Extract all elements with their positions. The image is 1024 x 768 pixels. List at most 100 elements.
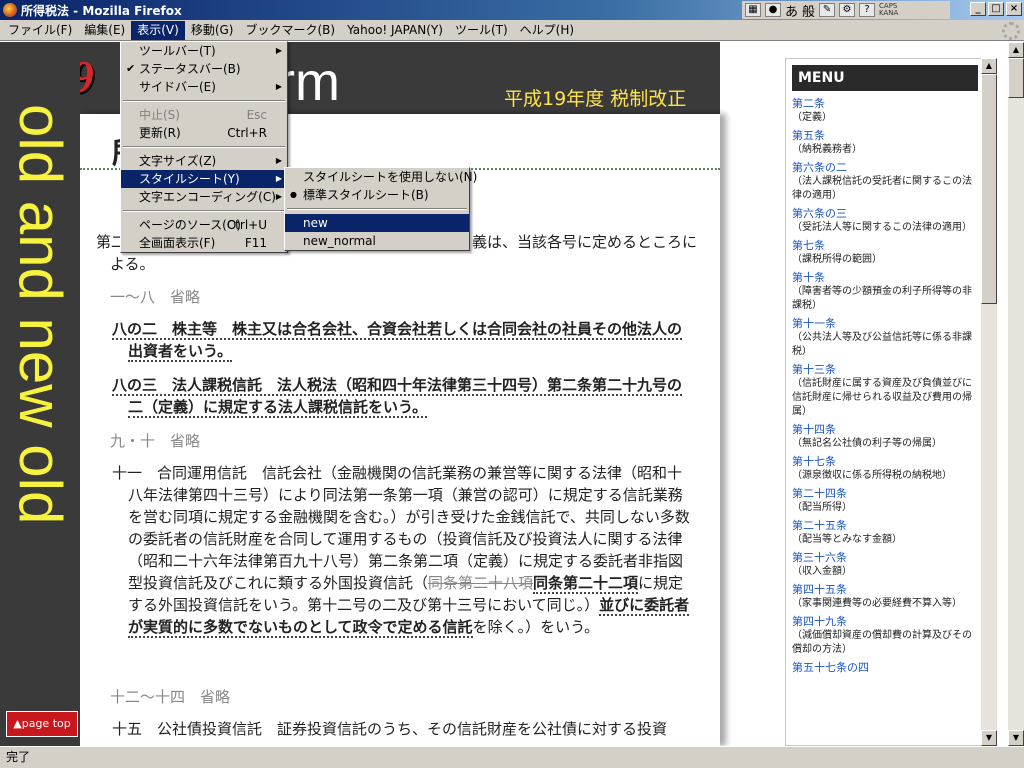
para-article-two-end: よる。	[110, 255, 155, 273]
shortcut-label: F11	[244, 236, 267, 250]
ime-grid-icon[interactable]: ▦	[745, 3, 761, 17]
view-menu-text-size[interactable]: 文字サイズ(Z) ▶	[121, 152, 287, 170]
sidebar-link[interactable]: 第十条	[792, 271, 976, 285]
ime-mode-general[interactable]: 般	[802, 1, 815, 20]
menu-tools[interactable]: ツール(T)	[449, 21, 514, 40]
page-scroll-down-icon[interactable]: ▼	[1008, 730, 1024, 746]
sidebar-entry: 第十七条 （源泉徴収に係る所得税の納税地）	[786, 455, 982, 483]
sidebar-link[interactable]: 第十七条	[792, 455, 976, 469]
ime-tool-icon[interactable]: ⚙	[839, 3, 856, 17]
menu-view[interactable]: 表示(V)	[131, 20, 185, 40]
stylesheet-new-normal[interactable]: new_normal	[285, 232, 469, 250]
sidebar-link[interactable]: 第四十五条	[792, 583, 976, 597]
sidebar-link-desc: （法人課税信託の受託者に関するこの法律の適用）	[792, 176, 972, 201]
stylesheet-default-label: 標準スタイルシート(B)	[303, 188, 429, 202]
stylesheet-new-label: new	[303, 216, 328, 230]
view-menu-fullscreen[interactable]: 全画面表示(F) F11	[121, 234, 287, 252]
view-menu-reload[interactable]: 更新(R) Ctrl+R	[121, 124, 287, 142]
view-menu-sidebar-label: サイドバー(E)	[139, 80, 216, 94]
view-menu-page-source[interactable]: ページのソース(O) Ctrl+U	[121, 216, 287, 234]
ime-pad-icon[interactable]: ✎	[819, 3, 836, 17]
sidebar-link[interactable]: 第二十五条	[792, 519, 976, 533]
sidebar-link[interactable]: 第四十九条	[792, 615, 976, 629]
sidebar-link[interactable]: 第二十四条	[792, 487, 976, 501]
ime-mode-hiragana[interactable]: あ	[785, 1, 798, 20]
sidebar-scroll-down-icon[interactable]: ▼	[981, 730, 997, 746]
sidebar-link[interactable]: 第七条	[792, 239, 976, 253]
sidebar-link[interactable]: 第五条	[792, 129, 976, 143]
sidebar-link[interactable]: 第十四条	[792, 423, 976, 437]
menu-bookmarks[interactable]: ブックマーク(B)	[239, 21, 341, 40]
sidebar-link[interactable]: 第十一条	[792, 317, 976, 331]
page-scroll-up-icon[interactable]: ▲	[1008, 42, 1024, 58]
sidebar-link-desc: （受託法人等に関するこの法律の適用）	[792, 222, 972, 233]
stylesheet-new[interactable]: new	[285, 214, 469, 232]
sidebar-link-desc: （源泉徴収に係る所得税の納税地）	[792, 470, 952, 481]
submenu-arrow-icon: ▶	[275, 156, 282, 165]
para-article-two-tail: 義は、当該各号に定めるところに	[472, 233, 698, 251]
sidebar-link[interactable]: 第十三条	[792, 363, 976, 377]
stylesheet-none[interactable]: スタイルシートを使用しない(N)	[285, 168, 477, 186]
sidebar-entry: 第六条の二 （法人課税信託の受託者に関するこの法律の適用）	[786, 161, 982, 203]
sidebar-link[interactable]: 第六条の二	[792, 161, 976, 175]
sidebar-entry: 第五条 （納税義務者）	[786, 129, 982, 157]
view-menu-statusbar[interactable]: ✔ ステータスバー(B)	[121, 60, 287, 78]
minimize-button[interactable]: _	[970, 2, 986, 16]
submenu-arrow-icon: ▶	[275, 192, 282, 201]
window-controls: _ □ ×	[970, 2, 1022, 16]
submenu-arrow-icon: ▶	[275, 82, 282, 91]
ime-caps-kana: CAPS KANA	[879, 3, 905, 17]
sidebar-entry: 第十一条 （公共法人等及び公益信託等に係る非課税）	[786, 317, 982, 359]
para-11-inserted: 同条第二十二項	[533, 574, 639, 594]
view-menu-text-size-label: 文字サイズ(Z)	[139, 154, 217, 168]
menu-yahoo-japan[interactable]: Yahoo! JAPAN(Y)	[341, 21, 449, 40]
sidebar-entry: 第七条 （課税所得の範囲）	[786, 239, 982, 267]
firefox-icon[interactable]	[3, 3, 17, 17]
sidebar-entry: 第四十九条 （減価償却資産の償却費の計算及びその償却の方法）	[786, 615, 982, 657]
status-bar: 完了	[0, 746, 1024, 768]
menu-file[interactable]: ファイル(F)	[2, 21, 78, 40]
header-subtitle: 平成19年度 税制改正	[504, 88, 687, 110]
view-menu-stop-label: 中止(S)	[139, 108, 180, 122]
checkmark-icon: ✔	[126, 62, 136, 75]
menu-help[interactable]: ヘルプ(H)	[514, 21, 580, 40]
sidebar-entry: 第十三条 （信託財産に属する資産及び負債並びに信託財産に帰せられる収益及び費用の帰…	[786, 363, 982, 419]
menu-edit[interactable]: 編集(E)	[78, 21, 131, 40]
page-top-button[interactable]: ▲page top	[6, 711, 78, 737]
stylesheet-default[interactable]: ● 標準スタイルシート(B)	[285, 186, 469, 204]
submenu-arrow-icon: ▶	[275, 46, 282, 55]
sidebar-link[interactable]: 第五十七条の四	[792, 661, 976, 675]
maximize-button[interactable]: □	[988, 2, 1004, 16]
sidebar-link-desc: （公共法人等及び公益信託等に係る非課税）	[792, 332, 972, 357]
menu-go[interactable]: 移動(G)	[185, 21, 240, 40]
sidebar-scroll-up-icon[interactable]: ▲	[981, 58, 997, 74]
page-scroll-thumb[interactable]	[1008, 58, 1024, 98]
help-icon[interactable]: ?	[859, 3, 876, 17]
site-header: H19 form 平成19年度 税制改正	[0, 42, 720, 114]
page-scrollbar[interactable]: ▲ ▼	[1008, 42, 1024, 746]
menu-separator	[287, 208, 467, 210]
ime-ball-icon[interactable]: ●	[765, 3, 781, 17]
para-11-a: 十一 合同運用信託 信託会社（金融機関の信託業務の兼営等に関する法律（昭和十八年…	[112, 464, 690, 592]
para-11-e: を除く。）をいう。	[472, 618, 600, 636]
sidebar-link-desc: （課税所得の範囲）	[792, 254, 882, 265]
sidebar-entry: 第三十六条 （収入金額）	[786, 551, 982, 579]
view-menu-stylesheet[interactable]: スタイルシート(Y) ▶	[121, 170, 287, 188]
throbber-icon	[1002, 22, 1020, 40]
close-button[interactable]: ×	[1006, 2, 1022, 16]
sidebar-link[interactable]: 第三十六条	[792, 551, 976, 565]
shortcut-label: Esc	[246, 108, 267, 122]
para-8-2: 八の二 株主等 株主又は合名会社、合資会社若しくは合同会社の社員その他法人の出資…	[110, 318, 690, 362]
sidebar-scroll-thumb[interactable]	[981, 74, 997, 304]
view-menu-toolbar[interactable]: ツールバー(T) ▶	[121, 42, 287, 60]
para-11: 十一 合同運用信託 信託会社（金融機関の信託業務の兼営等に関する法律（昭和十八年…	[110, 462, 690, 638]
sidebar-scrollbar[interactable]: ▲ ▼	[981, 58, 997, 746]
view-menu-reload-label: 更新(R)	[139, 126, 181, 140]
view-menu-sidebar[interactable]: サイドバー(E) ▶	[121, 78, 287, 96]
sidebar-link-desc: （障害者等の少額預金の利子所得等の非課税）	[792, 286, 972, 311]
sidebar-link[interactable]: 第六条の三	[792, 207, 976, 221]
sidebar-entry: 第五十七条の四	[786, 661, 982, 675]
menu-separator	[123, 146, 285, 148]
view-menu-encoding[interactable]: 文字エンコーディング(C) ▶	[121, 188, 287, 206]
sidebar-link[interactable]: 第二条	[792, 97, 976, 111]
